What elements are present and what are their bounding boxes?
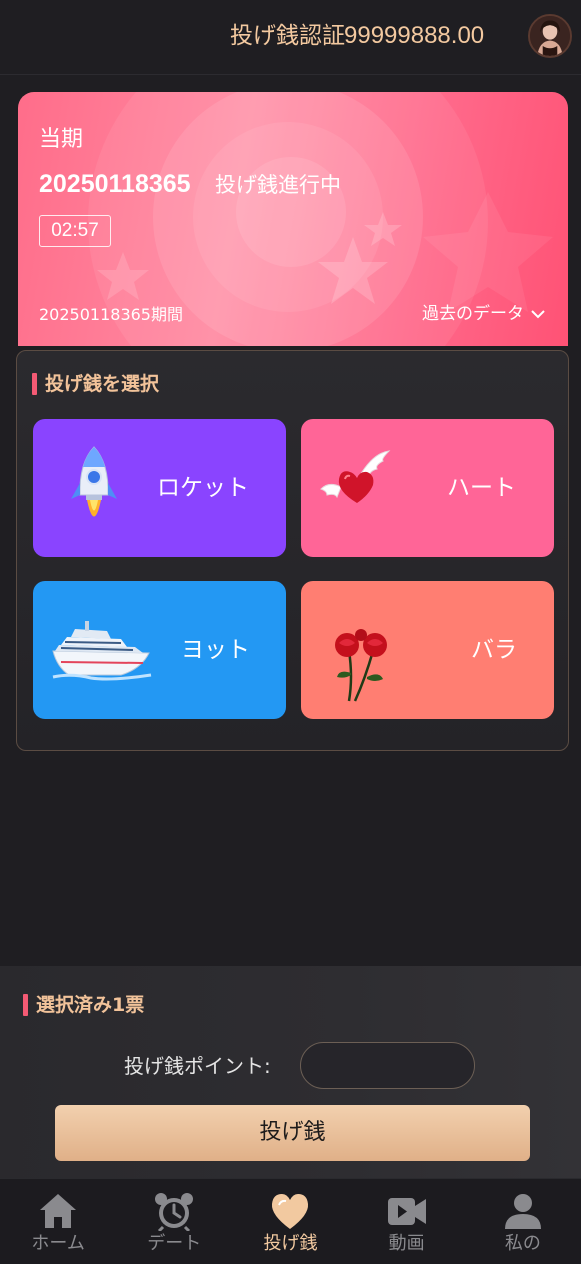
points-label: 投げ銭ポイント: (124, 1054, 271, 1078)
selected-count-title: 選択済み1票 (23, 992, 144, 1018)
current-period-label: 当期 (39, 127, 84, 152)
gift-label-rose: バラ (471, 637, 517, 663)
winged-heart-icon (320, 450, 391, 503)
nav-item-mine[interactable]: 私の (465, 1179, 581, 1264)
period-text: 20250118365期間 (39, 305, 183, 324)
gift-select-title: 投げ銭を選択 (32, 371, 159, 397)
issue-number: 20250118365 (39, 170, 191, 198)
gift-card-heart[interactable]: ハート (301, 419, 554, 557)
bet-panel: 選択済み1票 投げ銭ポイント: 投げ銭 (0, 966, 581, 1178)
history-link-label: 過去のデータ (422, 304, 524, 324)
gift-card-rocket[interactable]: ロケット (33, 419, 286, 557)
gift-card-rose[interactable]: バラ (301, 581, 554, 719)
nav-label-tip: 投げ銭 (263, 1233, 318, 1254)
nav-item-home[interactable]: ホーム (0, 1179, 116, 1264)
history-data-link[interactable]: 過去のデータ (422, 302, 546, 326)
nav-item-date[interactable]: デート (116, 1179, 232, 1264)
gift-label-rocket: ロケット (157, 475, 249, 501)
app-header: 投げ銭認証 99999888.00 (0, 0, 581, 75)
gift-label-heart: ハート (447, 475, 516, 501)
points-input[interactable] (300, 1042, 475, 1089)
rocket-icon (71, 446, 117, 517)
nav-item-tip[interactable]: 投げ銭 (232, 1179, 348, 1264)
issue-status: 投げ銭進行中 (215, 173, 341, 197)
user-avatar-icon[interactable] (528, 14, 572, 58)
nav-label-mine: 私の (504, 1233, 541, 1254)
balance-amount: 99999888.00 (344, 22, 485, 49)
gift-label-yacht: ヨット (181, 637, 250, 663)
gift-card-yacht[interactable]: ヨット (33, 581, 286, 719)
nav-label-video: 動画 (388, 1233, 425, 1254)
yacht-icon (52, 621, 152, 681)
nav-label-home: ホーム (31, 1233, 85, 1254)
rose-icon (335, 629, 387, 702)
user-icon (504, 1194, 541, 1229)
bottom-nav: ホーム デート 投げ銭 動画 私の (0, 1178, 581, 1264)
video-icon (387, 1198, 426, 1225)
heart-icon (272, 1194, 309, 1229)
nav-label-date: デート (147, 1233, 202, 1254)
page-title: 投げ銭認証 (230, 23, 345, 49)
chevron-down-icon (531, 310, 545, 319)
alarm-clock-icon (155, 1193, 194, 1231)
send-tip-button[interactable]: 投げ銭 (55, 1105, 530, 1161)
countdown-timer: 02:57 (39, 215, 111, 247)
current-period-banner: 当期 20250118365 投げ銭進行中 02:57 20250118365期… (18, 92, 568, 346)
gift-select-panel: 投げ銭を選択 ロケット ハート ヨット バラ (16, 350, 569, 751)
nav-item-video[interactable]: 動画 (349, 1179, 465, 1264)
home-icon (40, 1194, 77, 1228)
